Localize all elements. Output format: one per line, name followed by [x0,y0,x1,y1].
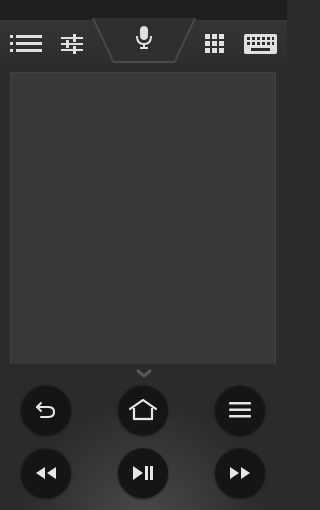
rewind-button[interactable] [21,448,71,498]
microphone-icon[interactable] [135,25,153,51]
touchpad-area[interactable] [10,72,276,364]
play-pause-button[interactable] [118,448,168,498]
chevron-down-icon[interactable] [133,366,155,380]
fast-forward-button[interactable] [215,448,265,498]
list-icon[interactable] [10,33,44,55]
keyboard-icon[interactable] [244,34,277,54]
top-status-strip [0,0,287,20]
back-icon [36,402,56,418]
fast-forward-icon [230,467,250,479]
sliders-icon[interactable] [61,33,83,55]
apps-grid-icon[interactable] [205,34,225,54]
menu-button[interactable] [215,385,265,435]
play-pause-icon [133,466,153,480]
menu-icon [229,402,251,418]
home-button[interactable] [118,385,168,435]
home-icon [128,398,158,421]
back-button[interactable] [21,385,71,435]
rewind-icon [36,467,56,479]
